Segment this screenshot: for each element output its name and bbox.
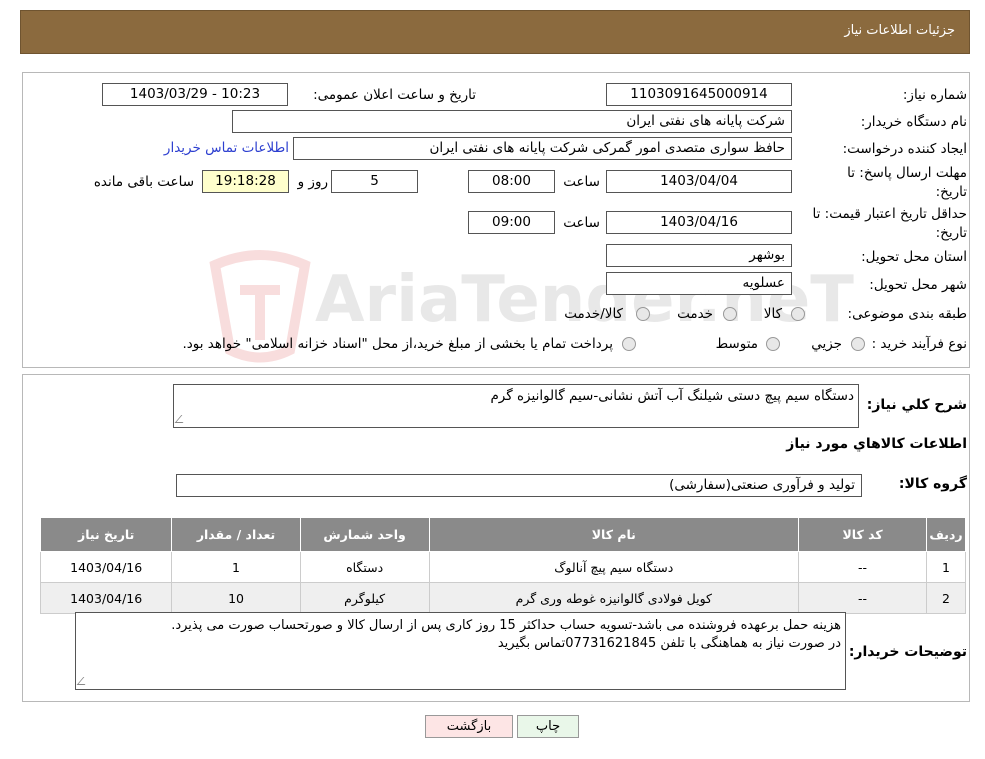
cell-item-code: -- — [798, 582, 928, 614]
cell-quantity: 10 — [171, 582, 301, 614]
category-radio-goods[interactable] — [791, 307, 805, 321]
deadline-time-field: 08:00 — [468, 170, 555, 193]
col-item-code: کد کالا — [798, 517, 928, 552]
buyer-notes-label: توضیحات خریدار: — [848, 644, 967, 660]
buyer-org-field: شرکت پایانه های نفتی ایران — [232, 110, 792, 133]
days-label: روز و — [297, 174, 328, 190]
col-quantity: تعداد / مقدار — [171, 517, 301, 552]
creator-field: حافظ سواری متصدی امور گمرکی شرکت پایانه … — [293, 137, 792, 160]
category-label: طبقه بندی موضوعی: — [847, 306, 967, 322]
remaining-label: ساعت باقی مانده — [93, 174, 194, 190]
buyer-notes-textarea[interactable]: هزینه حمل برعهده فروشنده می باشد-تسویه ح… — [75, 612, 846, 690]
validity-time-label: ساعت — [563, 215, 600, 231]
remaining-time-field: 19:18:28 — [202, 170, 289, 193]
goods-group-label: گروه کالا: — [898, 476, 967, 492]
page-title: جزئیات اطلاعات نیاز — [844, 23, 955, 38]
table-row: 1403/04/16 1 دستگاه دستگاه سیم پیچ آنالو… — [39, 551, 966, 583]
process-radio-medium[interactable] — [766, 337, 780, 351]
process-radio-minor[interactable] — [851, 337, 865, 351]
cell-item-code: -- — [798, 551, 928, 583]
items-table-wrapper: تاریخ نیاز تعداد / مقدار واحد شمارش نام … — [39, 517, 966, 614]
cell-need-date: 1403/04/16 — [39, 582, 173, 614]
table-row: 1403/04/16 10 کیلوگرم کویل فولادی گالوان… — [39, 582, 966, 614]
col-row-number: رديف — [926, 517, 966, 552]
announce-label: تاریخ و ساعت اعلان عمومی: — [313, 87, 476, 103]
cell-unit: کیلوگرم — [299, 582, 430, 614]
category-option-goods-service: کالا/خدمت — [564, 306, 623, 322]
resize-grip-icon[interactable] — [76, 677, 92, 685]
buyer-notes-line-1: هزینه حمل برعهده فروشنده می باشد-تسویه ح… — [171, 618, 841, 633]
cell-row-number: 2 — [926, 582, 966, 614]
cell-unit: دستگاه — [299, 551, 430, 583]
buyer-notes-line-2: در صورت نیاز به هماهنگی با تلفن 07731621… — [497, 636, 841, 651]
buyer-org-label: نام دستگاه خریدار: — [860, 114, 967, 130]
announce-field: 1403/03/29 - 10:23 — [102, 83, 288, 106]
back-button[interactable]: بازگشت — [425, 715, 513, 738]
summary-textarea[interactable]: دستگاه سیم پیچ دستی شیلنگ آب آتش نشانی-س… — [173, 384, 859, 428]
col-item-name: نام کالا — [428, 517, 800, 552]
print-button[interactable]: چاپ — [517, 715, 579, 738]
deadline-label-2: تاریخ: — [935, 184, 967, 200]
province-field: بوشهر — [606, 244, 792, 267]
city-field: عسلویه — [606, 272, 792, 295]
col-need-date: تاریخ نیاز — [39, 517, 173, 552]
summary-label: شرح کلي نياز: — [866, 397, 967, 413]
process-radio-treasury[interactable] — [622, 337, 636, 351]
buyer-contact-link[interactable]: اطلاعات تماس خریدار — [164, 140, 289, 156]
days-field: 5 — [331, 170, 418, 193]
category-radio-service[interactable] — [723, 307, 737, 321]
col-unit: واحد شمارش — [299, 517, 430, 552]
cell-quantity: 1 — [171, 551, 301, 583]
validity-time-field: 09:00 — [468, 211, 555, 234]
page-header: جزئیات اطلاعات نیاز — [20, 10, 970, 54]
goods-group-field: تولید و فرآوری صنعتی(سفارشی) — [176, 474, 862, 497]
process-option-minor: جزیي — [811, 336, 842, 352]
creator-label: ایجاد کننده درخواست: — [842, 141, 967, 157]
validity-label-2: تاریخ: — [935, 225, 967, 241]
summary-text: دستگاه سیم پیچ دستی شیلنگ آب آتش نشانی-س… — [490, 388, 854, 404]
deadline-label: مهلت ارسال پاسخ: تا — [847, 165, 967, 181]
process-label: نوع فرآیند خرید : — [871, 336, 967, 352]
cell-row-number: 1 — [926, 551, 966, 583]
cell-need-date: 1403/04/16 — [39, 551, 173, 583]
category-option-service: خدمت — [677, 306, 713, 322]
process-note: پرداخت تمام یا بخشی از مبلغ خرید،از محل … — [182, 336, 613, 352]
category-radio-goods-service[interactable] — [636, 307, 650, 321]
cell-item-name: کویل فولادی گالوانیزه غوطه وری گرم — [428, 582, 800, 614]
resize-grip-icon[interactable] — [174, 415, 190, 423]
city-label: شهر محل تحویل: — [869, 277, 967, 293]
goods-section-title: اطلاعات کالاهاي مورد نياز — [786, 436, 967, 452]
deadline-date-field: 1403/04/04 — [606, 170, 792, 193]
deadline-time-label: ساعت — [563, 174, 600, 190]
validity-label: حداقل تاریخ اعتبار قیمت: تا — [812, 206, 967, 222]
table-header-row: تاریخ نیاز تعداد / مقدار واحد شمارش نام … — [39, 517, 966, 552]
validity-date-field: 1403/04/16 — [606, 211, 792, 234]
cell-item-name: دستگاه سیم پیچ آنالوگ — [428, 551, 800, 583]
province-label: استان محل تحویل: — [861, 249, 967, 265]
category-option-goods: کالا — [763, 306, 782, 322]
need-number-label: شماره نیاز: — [902, 87, 967, 103]
need-number-field: 1103091645000914 — [606, 83, 792, 106]
process-option-medium: متوسط — [715, 336, 758, 352]
items-table: تاریخ نیاز تعداد / مقدار واحد شمارش نام … — [39, 517, 966, 614]
